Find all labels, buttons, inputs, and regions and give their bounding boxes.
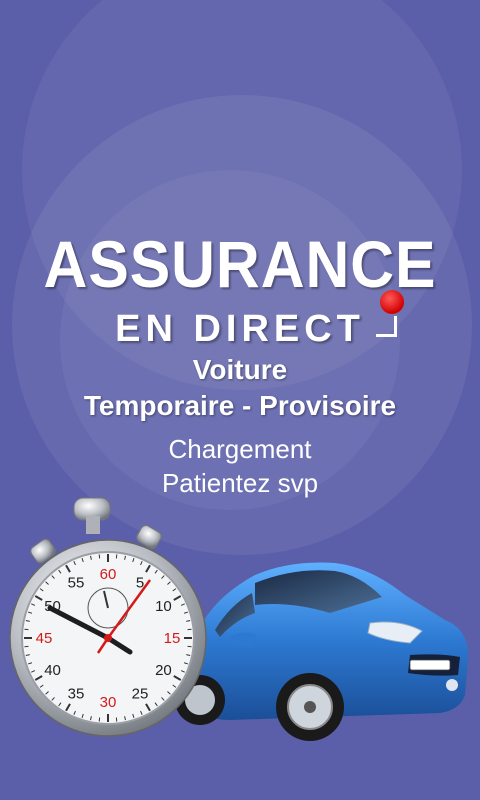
stopwatch-number: 20 — [155, 662, 172, 679]
product-line-2: Temporaire - Provisoire — [83, 390, 397, 421]
stopwatch-number: 35 — [68, 685, 85, 702]
loading-text: Chargement — [168, 434, 312, 464]
stopwatch-number: 15 — [164, 630, 181, 647]
stopwatch-number: 45 — [36, 630, 53, 647]
stopwatch-number: 10 — [155, 598, 172, 615]
stopwatch-number: 30 — [100, 694, 117, 711]
stopwatch-number: 60 — [100, 566, 117, 583]
stopwatch-image: 60510152025303540455055 — [9, 497, 207, 737]
logo-subtitle: EN DIRECT — [115, 308, 365, 350]
stopwatch-number: 40 — [44, 662, 61, 679]
stopwatch-number: 25 — [132, 685, 149, 702]
product-line-1: Voiture — [192, 354, 288, 385]
stopwatch-number: 55 — [68, 575, 85, 592]
